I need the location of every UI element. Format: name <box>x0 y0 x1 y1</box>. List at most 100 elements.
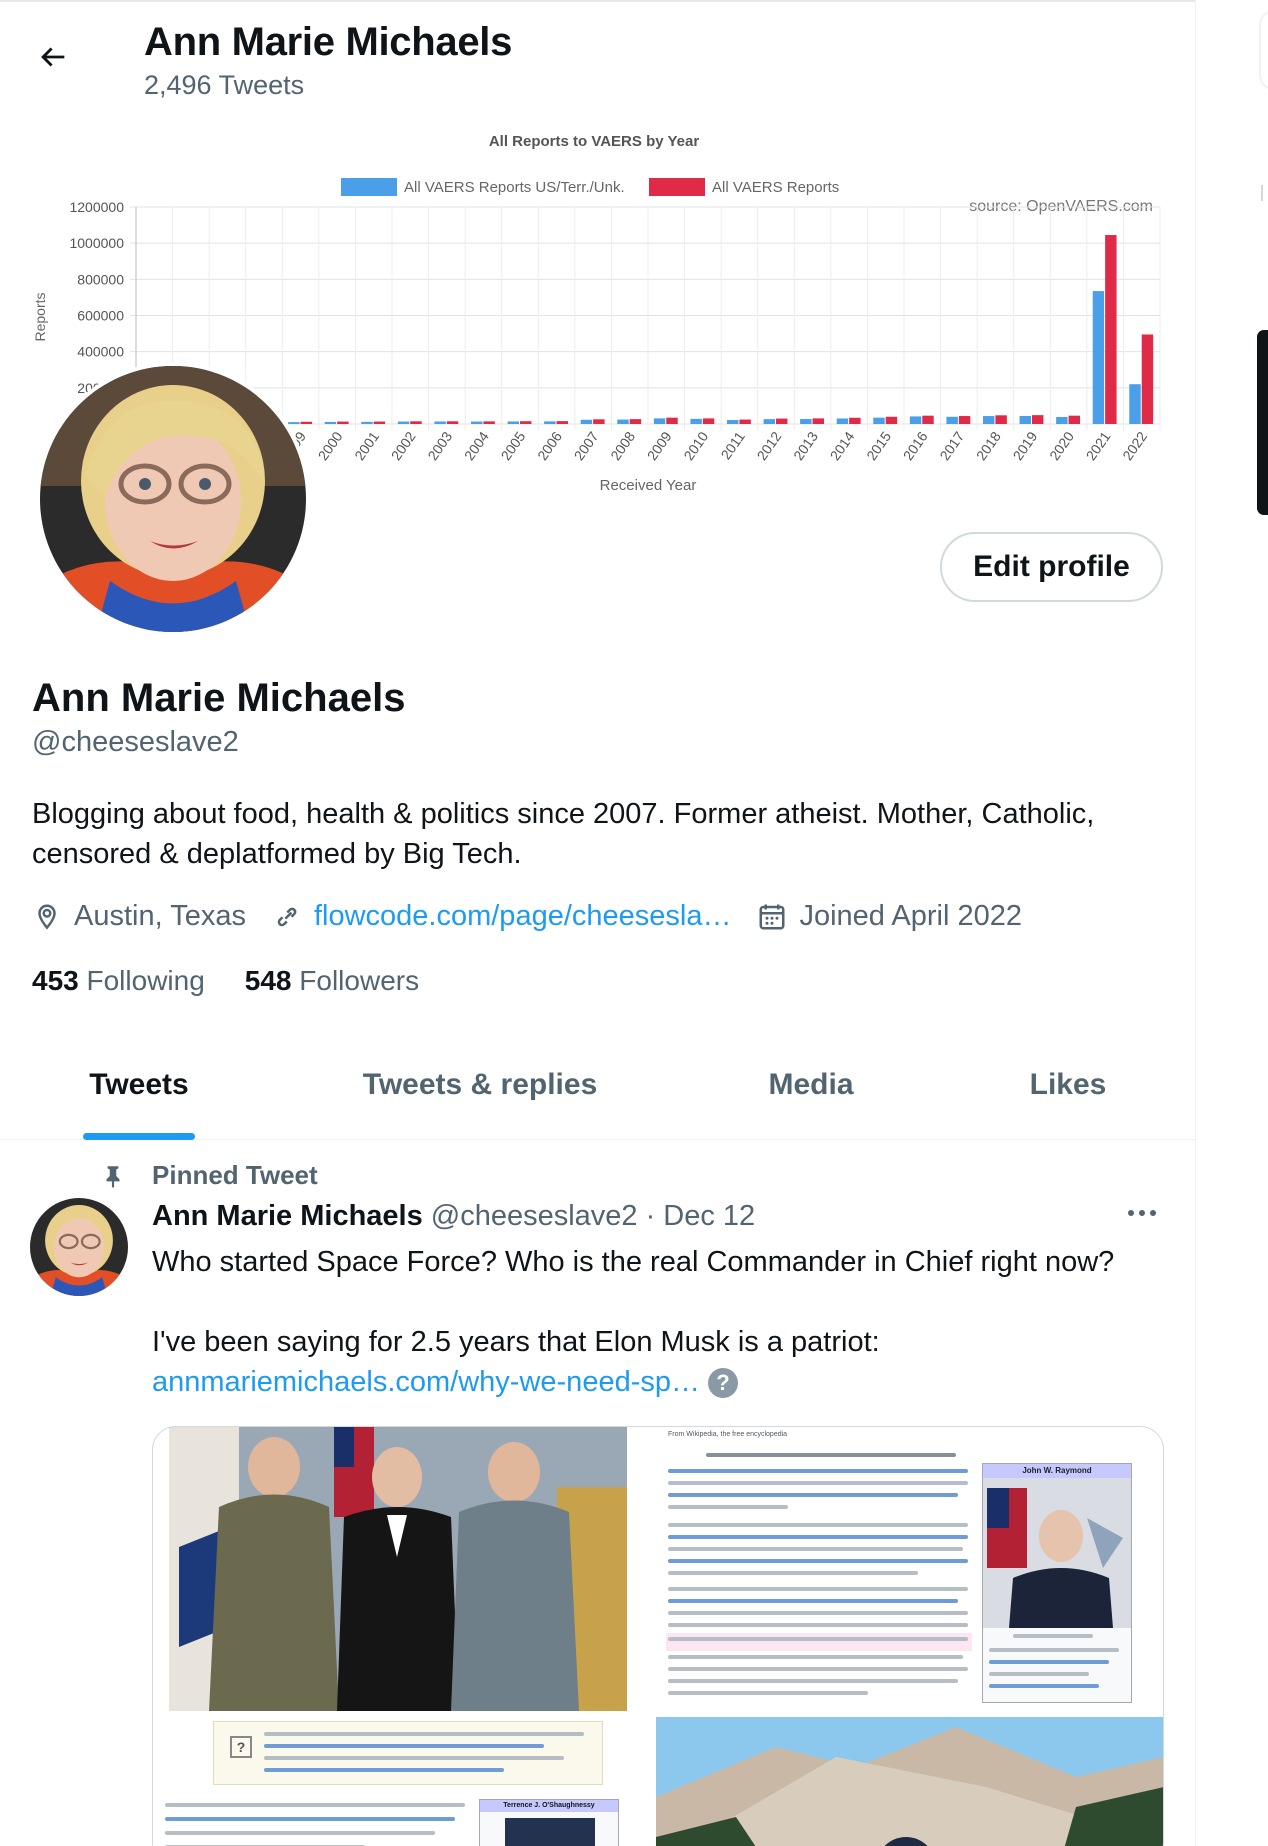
chart-bar <box>800 419 812 424</box>
tab-tweets-replies[interactable]: Tweets & replies <box>278 1030 682 1140</box>
chart-bar <box>995 415 1007 424</box>
group-photo <box>169 1427 627 1711</box>
chart-bar <box>873 417 885 424</box>
media-image-left[interactable]: ? Terrence J. O'Shaughnessy <box>153 1427 657 1846</box>
chart-xtick-label: 2004 <box>461 428 492 463</box>
chart-xtick-label: 2002 <box>388 428 419 463</box>
more-dot-icon <box>1150 1210 1156 1216</box>
tweet-handle-date[interactable]: @cheeseslave2 · Dec 12 <box>431 1200 755 1233</box>
header-name: Ann Marie Michaels <box>144 20 513 64</box>
tweet-text: Who started Space Force? Who is the real… <box>152 1242 1162 1402</box>
chart-bar <box>361 421 373 424</box>
tab-media-label: Media <box>768 1068 854 1101</box>
chart-bar <box>1019 415 1031 424</box>
chart-bar <box>324 421 337 424</box>
mountain-drawing <box>656 1717 1163 1846</box>
edit-profile-button[interactable]: Edit profile <box>940 532 1163 602</box>
chart-bar <box>946 416 958 424</box>
chart-bar <box>1068 415 1081 424</box>
location-text: Austin, Texas <box>74 900 246 932</box>
chart-bar <box>1056 416 1068 424</box>
website-item[interactable]: flowcode.com/page/cheesesla… <box>272 900 732 933</box>
tweet-line-1: Who started Space Force? Who is the real… <box>152 1246 1115 1278</box>
help-icon[interactable]: ? <box>707 1368 738 1399</box>
wiki-source-text: From Wikipedia, the free encyclopedia <box>668 1431 788 1438</box>
sidebar-divider-mark <box>1261 185 1268 201</box>
chart-bar <box>470 421 483 424</box>
chart-xtick-label: 2012 <box>753 428 784 463</box>
chart-bar <box>337 421 349 424</box>
tab-tweets[interactable]: Tweets <box>0 1030 278 1140</box>
chart-bar <box>446 421 459 424</box>
chart-bar <box>629 419 642 424</box>
followers-count: 548 <box>244 965 292 996</box>
right-sidebar-edge <box>1197 0 1268 1846</box>
more-dot-icon <box>1139 1210 1145 1216</box>
tweet-avatar[interactable] <box>30 1198 128 1296</box>
chart-xtick-label: 2021 <box>1083 428 1114 463</box>
chart-xtick-label: 2018 <box>973 428 1004 463</box>
chart-bar <box>982 416 995 424</box>
profile-meta: Austin, Texas flowcode.com/page/cheesesl… <box>32 900 1048 933</box>
chart-bar <box>556 421 569 424</box>
chart-xtick-label: 2013 <box>790 428 821 463</box>
tweet-header: Ann Marie Michaels @cheeseslave2 · Dec 1… <box>152 1200 755 1233</box>
chart-xtick-label: 2007 <box>571 428 602 463</box>
location-pin-icon <box>38 904 56 929</box>
arrow-left-icon <box>41 47 65 67</box>
chart-bar <box>410 421 422 424</box>
chart-bar <box>776 418 788 424</box>
pinned-indicator: Pinned Tweet <box>100 1160 318 1191</box>
sidebar-dark-panel-edge <box>1257 330 1268 515</box>
chart-bar <box>580 419 593 424</box>
wiki-infobox: John W. Raymond <box>982 1463 1132 1703</box>
tweet-link[interactable]: annmariemichaels.com/why-we-need-sp… <box>152 1366 700 1398</box>
profile-handle: @cheeseslave2 <box>32 726 239 758</box>
chart-ytick-label: 800000 <box>77 271 124 287</box>
website-link[interactable]: flowcode.com/page/cheesesla… <box>314 900 732 933</box>
chart-xtick-label: 2000 <box>315 428 346 463</box>
chart-bar <box>1032 415 1044 424</box>
wiki-snippet-left: ? Terrence J. O'Shaughnessy <box>153 1713 657 1846</box>
chart-bar <box>812 418 825 424</box>
chart-bar <box>726 420 739 424</box>
pin-icon <box>106 1165 120 1188</box>
tab-media[interactable]: Media <box>682 1030 940 1140</box>
chart-ytick-label: 1200000 <box>69 199 124 215</box>
wiki-infobox-title: John W. Raymond <box>983 1464 1131 1478</box>
tweet-more-button[interactable] <box>1128 1210 1156 1216</box>
profile-name: Ann Marie Michaels <box>32 676 406 720</box>
joined-text: Joined April 2022 <box>799 900 1022 932</box>
profile-bio: Blogging about food, health & politics s… <box>32 798 1095 870</box>
active-tab-indicator <box>83 1133 195 1140</box>
tweet-avatar-photo <box>30 1198 128 1296</box>
chart-bar <box>373 421 386 424</box>
tab-tweets-replies-label: Tweets & replies <box>362 1068 598 1101</box>
tweet-author-name[interactable]: Ann Marie Michaels <box>152 1200 423 1233</box>
wiki-notice-box: ? <box>213 1721 603 1785</box>
sidebar-search-edge[interactable] <box>1259 10 1268 90</box>
profile-tabs: Tweets Tweets & replies Media Likes <box>0 1030 1195 1140</box>
tweet-media-grid[interactable]: ? Terrence J. O'Shaughnessy From Wikiped <box>152 1426 1164 1846</box>
chart-bar <box>909 416 922 424</box>
chart-bar <box>653 418 666 424</box>
media-image-right[interactable]: From Wikipedia, the free encyclopedia Jo… <box>656 1427 1163 1846</box>
mountain-photo <box>656 1717 1163 1846</box>
chart-xtick-label: 2008 <box>607 428 638 463</box>
profile-avatar[interactable] <box>36 362 310 636</box>
followers-link[interactable]: 548 Followers <box>245 965 419 997</box>
chart-bar <box>544 421 556 424</box>
chart-bar <box>885 416 898 424</box>
chart-ylabel: Reports <box>32 292 48 341</box>
wiki-infobox-title-small: Terrence J. O'Shaughnessy <box>480 1800 618 1812</box>
tab-likes[interactable]: Likes <box>940 1030 1195 1140</box>
chart-bar <box>1141 334 1154 424</box>
chart-xtick-label: 2010 <box>680 428 711 463</box>
chart-xtick-label: 2020 <box>1046 428 1077 463</box>
back-button[interactable] <box>28 32 78 82</box>
following-link[interactable]: 453 Following <box>32 965 205 997</box>
chart-xtick-label: 2017 <box>936 428 967 463</box>
following-count: 453 <box>32 965 79 996</box>
legend-label-us: All VAERS Reports US/Terr./Unk. <box>404 179 625 196</box>
more-dot-icon <box>1128 1210 1134 1216</box>
